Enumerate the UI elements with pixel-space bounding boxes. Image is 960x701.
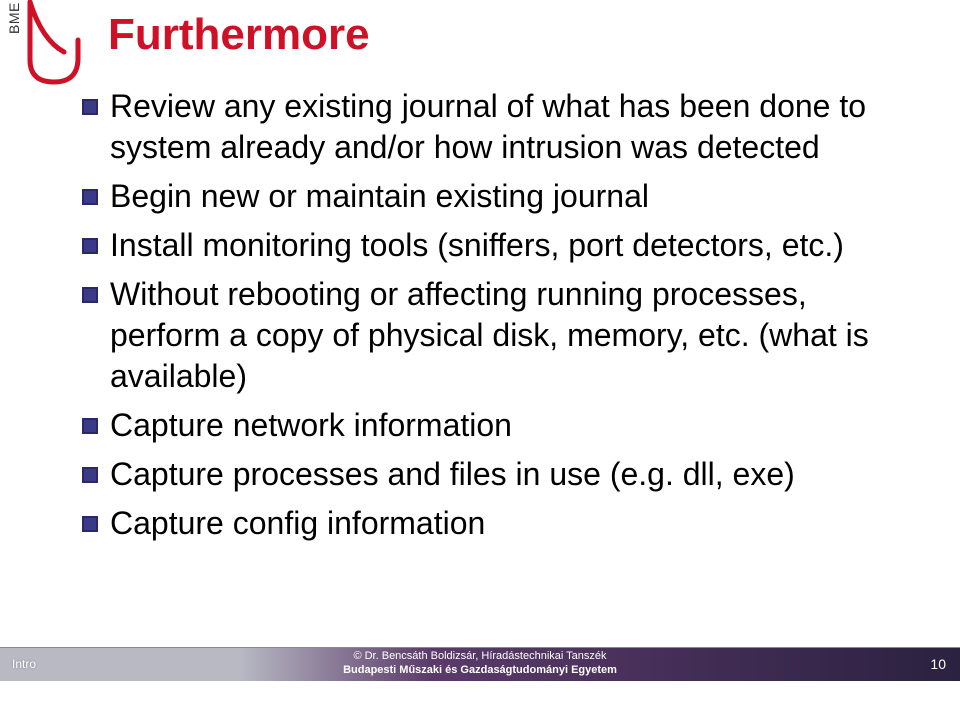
bme-label: BME [6, 2, 22, 34]
bullet-text: Install monitoring tools (sniffers, port… [110, 225, 844, 266]
list-item: Begin new or maintain existing journal [80, 176, 890, 217]
slide: BME Furthermore Review any existing jour… [0, 0, 960, 701]
square-bullet-icon [80, 187, 100, 207]
list-item: Review any existing journal of what has … [80, 86, 890, 168]
list-item: Capture network information [80, 405, 890, 446]
list-item: Capture config information [80, 503, 890, 544]
square-bullet-icon [80, 465, 100, 485]
bullet-list: Review any existing journal of what has … [80, 86, 890, 552]
list-item: Capture processes and files in use (e.g.… [80, 454, 890, 495]
square-bullet-icon [80, 285, 100, 305]
square-bullet-icon [80, 97, 100, 117]
bullet-text: Capture config information [110, 503, 485, 544]
footer-attribution: © Dr. Bencsáth Boldizsár, Híradástechnik… [0, 650, 960, 678]
bullet-text: Review any existing journal of what has … [110, 86, 890, 168]
square-bullet-icon [80, 236, 100, 256]
slide-title: Furthermore [108, 10, 370, 60]
bme-logo-icon [24, 0, 86, 88]
footer-author: © Dr. Bencsáth Boldizsár, Híradástechnik… [0, 650, 960, 664]
list-item: Without rebooting or affecting running p… [80, 274, 890, 397]
page-number: 10 [930, 656, 946, 672]
square-bullet-icon [80, 416, 100, 436]
bullet-text: Without rebooting or affecting running p… [110, 274, 890, 397]
bullet-text: Capture processes and files in use (e.g.… [110, 454, 795, 495]
logo-area: BME [6, 0, 86, 88]
square-bullet-icon [80, 514, 100, 534]
footer: Intro © Dr. Bencsáth Boldizsár, Híradást… [0, 647, 960, 681]
bullet-text: Capture network information [110, 405, 512, 446]
footer-institution: Budapesti Műszaki és Gazdaságtudományi E… [0, 664, 960, 678]
bullet-text: Begin new or maintain existing journal [110, 176, 649, 217]
list-item: Install monitoring tools (sniffers, port… [80, 225, 890, 266]
